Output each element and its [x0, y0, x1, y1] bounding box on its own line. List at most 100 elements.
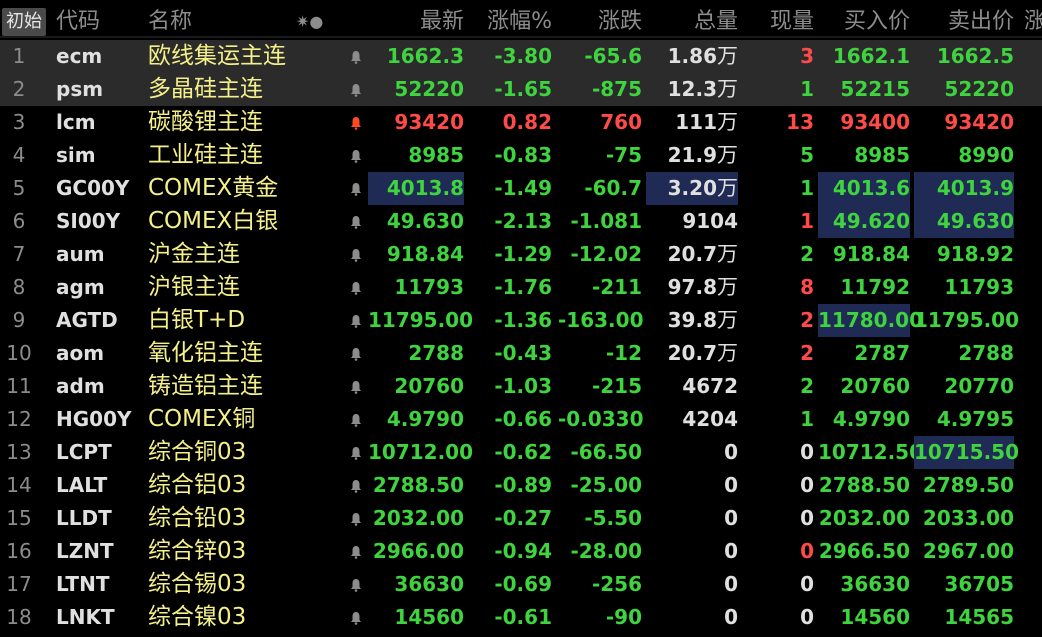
bell-icon[interactable]	[346, 106, 366, 139]
row-index: 1	[12, 44, 26, 68]
table-row[interactable]: 8 agm 沪银主连 11793 -1.76 -211 97.8万 8 11792 11793	[0, 271, 1042, 304]
volume-value: 97.8	[667, 275, 717, 299]
init-button[interactable]: 初始	[2, 8, 46, 36]
symbol-code: LLDT	[56, 506, 112, 530]
bell-icon[interactable]	[346, 370, 366, 403]
column-settings-icon[interactable]: ✷●	[296, 6, 323, 38]
cell-ask: 2967.00	[922, 539, 1014, 563]
bell-icon[interactable]	[346, 40, 366, 73]
cell-bid: 4.9790	[832, 407, 910, 431]
table-row[interactable]: 18 LNKT 综合镍03 14560 -0.61 -90 0 0 14560 14565	[0, 601, 1042, 634]
col-header-ask[interactable]: 卖出价	[914, 6, 1014, 38]
bell-icon[interactable]	[346, 238, 366, 271]
cell-last: 11793	[394, 275, 464, 299]
cell-vol: 20.7万	[646, 337, 738, 370]
cell-last: 14560	[394, 605, 464, 629]
col-header-cur[interactable]: 现量	[740, 6, 814, 38]
col-header-bid[interactable]: 买入价	[818, 6, 910, 38]
cell-last: 10712.00	[368, 440, 474, 464]
cell-pct: -1.36	[494, 308, 552, 332]
cell-bid: 52215	[840, 77, 910, 101]
cell-cur: 0	[800, 506, 814, 530]
cell-chg: -60.7	[584, 176, 642, 200]
volume-unit: 万	[717, 275, 738, 299]
symbol-code: GC00Y	[56, 176, 130, 200]
cell-vol: 111万	[646, 106, 738, 139]
table-row[interactable]: 3 lcm 碳酸锂主连 93420 0.82 760 111万 13 93400 93420	[0, 106, 1042, 139]
cell-cur: 1	[800, 77, 814, 101]
cell-vol: 97.8万	[646, 271, 738, 304]
volume-value: 4672	[682, 374, 738, 398]
table-row[interactable]: 16 LZNT 综合锌03 2966.00 -0.94 -28.00 0 0 2966.50 29…	[0, 535, 1042, 568]
bell-icon[interactable]	[346, 436, 366, 469]
table-row[interactable]: 15 LLDT 综合铅03 2032.00 -0.27 -5.50 0 0 2032.00 203…	[0, 502, 1042, 535]
volume-value: 111	[675, 110, 717, 134]
bell-icon[interactable]	[346, 205, 366, 238]
bell-icon[interactable]	[346, 73, 366, 106]
cell-vol: 20.7万	[646, 238, 738, 271]
cell-bid: 49.620	[818, 205, 910, 238]
cell-last: 93420	[394, 110, 464, 134]
cell-ask: 10715.50	[914, 436, 1019, 469]
symbol-code: sim	[56, 143, 96, 167]
instrument-name: 综合锌03	[148, 538, 247, 564]
table-row[interactable]: 7 aum 沪金主连 918.84 -1.29 -12.02 20.7万 2 918.84 918…	[0, 238, 1042, 271]
bell-icon[interactable]	[346, 535, 366, 568]
symbol-code: adm	[56, 374, 105, 398]
table-row[interactable]: 11 adm 铸造铝主连 20760 -1.03 -215 4672 2 20760 20770	[0, 370, 1042, 403]
table-row[interactable]: 6 SI00Y COMEX白银 49.630 -2.13 -1.081 9104 1 49.62…	[0, 205, 1042, 238]
table-row[interactable]: 9 AGTD 白银T+D 11795.00 -1.36 -163.00 39.8万 2 1178…	[0, 304, 1042, 337]
table-row[interactable]: 1 ecm 欧线集运主连 1662.3 -3.80 -65.6 1.86万 3 1662.1 16…	[0, 40, 1042, 73]
cell-ask: 2033.00	[922, 506, 1014, 530]
bell-icon[interactable]	[346, 403, 366, 436]
table-row[interactable]: 10 aom 氧化铝主连 2788 -0.43 -12 20.7万 2 2787 2788	[0, 337, 1042, 370]
col-header-vol[interactable]: 总量	[646, 6, 738, 38]
cell-ask: 4013.9	[914, 172, 1014, 205]
table-row[interactable]: 17 LTNT 综合锡03 36630 -0.69 -256 0 0 36630 36705	[0, 568, 1042, 601]
cell-vol: 0	[646, 469, 738, 502]
table-row[interactable]: 12 HG00Y COMEX铜 4.9790 -0.66 -0.0330 4204 1 4.97…	[0, 403, 1042, 436]
cell-cur: 0	[800, 473, 814, 497]
cell-cur: 1	[800, 209, 814, 233]
row-index: 15	[6, 506, 32, 530]
cell-pct: -0.66	[494, 407, 552, 431]
cell-vol: 39.8万	[646, 304, 738, 337]
cell-pct: -0.83	[494, 143, 552, 167]
row-index: 5	[12, 176, 26, 200]
cell-ask: 11793	[944, 275, 1014, 299]
bell-icon[interactable]	[346, 568, 366, 601]
col-header-code[interactable]: 代码	[56, 6, 100, 38]
cell-pct: -0.89	[494, 473, 552, 497]
symbol-code: LTNT	[56, 572, 110, 596]
dot-icon: ●	[309, 12, 324, 31]
col-header-chg[interactable]: 涨跌	[558, 6, 642, 38]
row-index: 9	[12, 308, 26, 332]
header-divider	[0, 36, 1042, 38]
table-row[interactable]: 4 sim 工业硅主连 8985 -0.83 -75 21.9万 5 8985 8990	[0, 139, 1042, 172]
cell-cur: 3	[800, 44, 814, 68]
bell-icon[interactable]	[346, 139, 366, 172]
bell-icon[interactable]	[346, 172, 366, 205]
bell-icon[interactable]	[346, 502, 366, 535]
cell-ask: 11795.00	[914, 308, 1020, 332]
cell-cur: 0	[800, 572, 814, 596]
table-row[interactable]: 2 psm 多晶硅主连 52220 -1.65 -875 12.3万 1 52215 52220	[0, 73, 1042, 106]
bell-icon[interactable]	[346, 337, 366, 370]
cell-chg: -5.50	[584, 506, 642, 530]
cell-chg: -1.081	[570, 209, 642, 233]
col-header-last[interactable]: 最新	[368, 6, 464, 38]
col-header-extra[interactable]: 涨	[1024, 6, 1042, 38]
bell-icon[interactable]	[346, 304, 366, 337]
table-row[interactable]: 13 LCPT 综合铜03 10712.00 -0.62 -66.50 0 0 10712.50…	[0, 436, 1042, 469]
bell-icon[interactable]	[346, 271, 366, 304]
col-header-pct[interactable]: 涨幅%	[470, 6, 552, 38]
volume-unit: 万	[717, 341, 738, 365]
row-index: 18	[6, 605, 32, 629]
volume-value: 0	[724, 506, 738, 530]
bell-icon[interactable]	[346, 601, 366, 634]
bell-icon[interactable]	[346, 469, 366, 502]
symbol-code: LZNT	[56, 539, 114, 563]
table-row[interactable]: 14 LALT 综合铝03 2788.50 -0.89 -25.00 0 0 2788.50 27…	[0, 469, 1042, 502]
col-header-name[interactable]: 名称	[148, 6, 192, 38]
table-row[interactable]: 5 GC00Y COMEX黄金 4013.8 -1.49 -60.7 3.20万 1 4013.…	[0, 172, 1042, 205]
